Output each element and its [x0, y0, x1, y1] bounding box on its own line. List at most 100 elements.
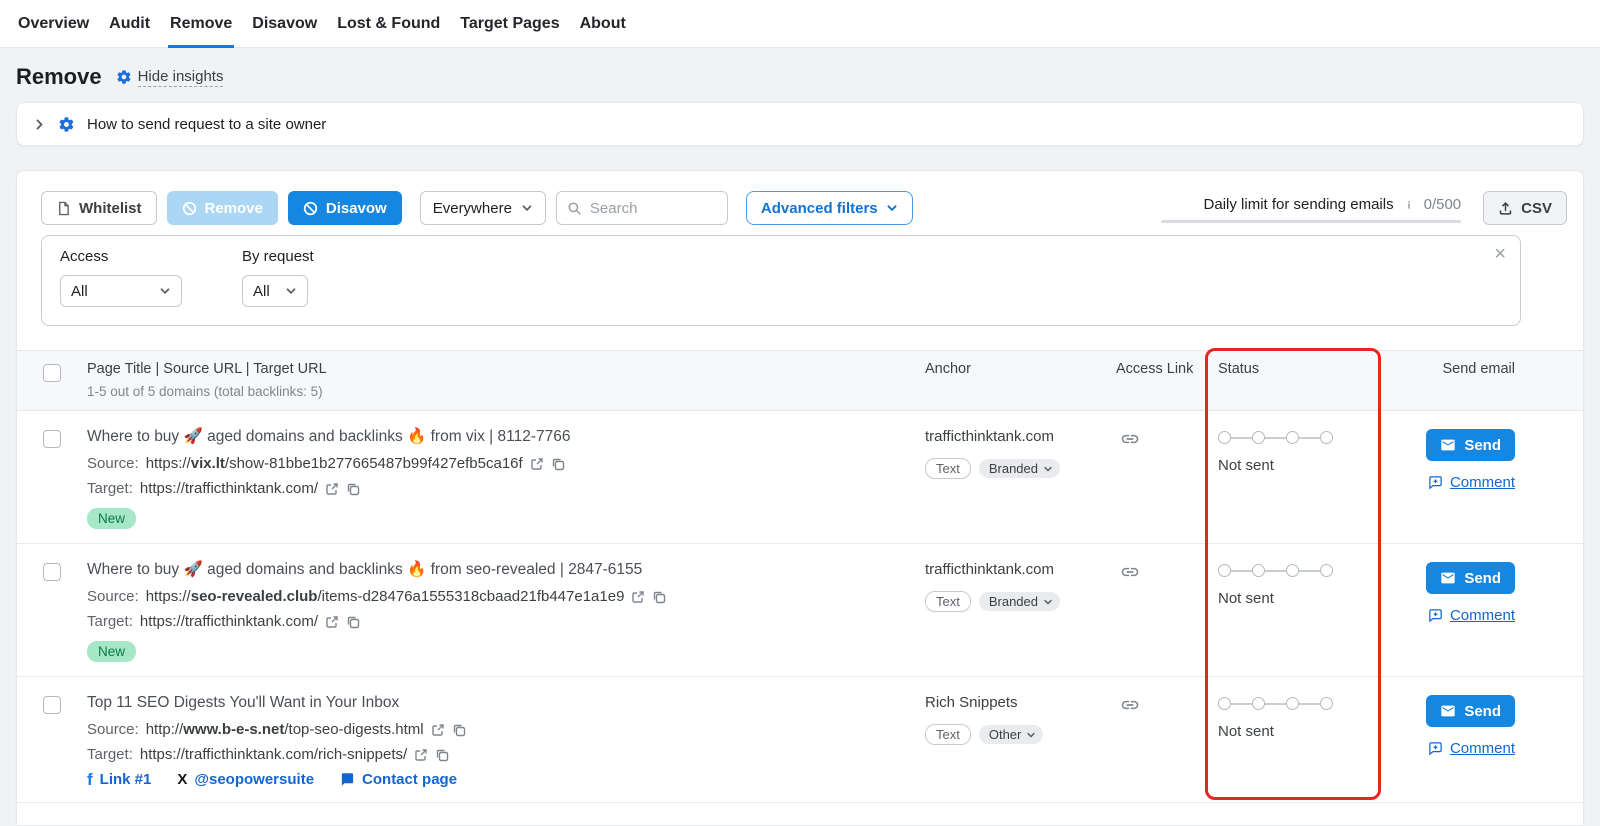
chevron-down-icon — [159, 285, 171, 297]
tab-lost-and-found[interactable]: Lost & Found — [335, 0, 442, 48]
search-box — [556, 191, 728, 225]
comment-icon — [1428, 741, 1443, 756]
status-stepper — [1218, 564, 1398, 577]
access-filter-group: Access All — [60, 248, 182, 307]
row-checkbox[interactable] — [43, 696, 61, 714]
daily-limit-label: Daily limit for sending emails — [1204, 196, 1394, 213]
tab-audit[interactable]: Audit — [107, 0, 152, 48]
copy-icon[interactable] — [346, 615, 360, 629]
advanced-filters-button[interactable]: Advanced filters — [746, 191, 913, 225]
whitelist-label: Whitelist — [79, 200, 142, 217]
chevron-down-icon — [1043, 597, 1053, 607]
source-url: http://www.b-e-s.net/top-seo-digests.htm… — [146, 721, 424, 738]
external-link-icon[interactable] — [530, 457, 544, 471]
x-link[interactable]: X @seopowersuite — [177, 771, 314, 788]
source-label: Source: — [87, 455, 139, 472]
envelope-icon — [1440, 703, 1456, 719]
page-header: Remove Hide insights — [0, 48, 1600, 102]
new-badge: New — [87, 641, 136, 662]
access-link-icon[interactable] — [1120, 695, 1140, 715]
send-button[interactable]: Send — [1426, 429, 1515, 461]
gear-icon — [116, 69, 132, 85]
close-icon[interactable]: × — [1494, 244, 1506, 264]
table-row: Where to buy 🚀 aged domains and backlink… — [17, 411, 1583, 544]
copy-icon[interactable] — [346, 482, 360, 496]
anchor-category-dropdown[interactable]: Branded — [979, 459, 1060, 478]
anchor-type-tag: Text — [925, 724, 971, 745]
search-input[interactable] — [590, 200, 717, 217]
column-send-email: Send email — [1398, 361, 1583, 377]
remove-button[interactable]: Remove — [167, 191, 278, 225]
external-link-icon[interactable] — [631, 590, 645, 604]
block-icon — [182, 201, 197, 216]
access-link-icon[interactable] — [1120, 429, 1140, 449]
tab-about[interactable]: About — [578, 0, 628, 48]
by-request-filter-select[interactable]: All — [242, 275, 308, 307]
info-icon[interactable] — [1402, 198, 1416, 212]
status-stepper — [1218, 431, 1398, 444]
backlink-title: Where to buy 🚀 aged domains and backlink… — [87, 560, 893, 579]
advanced-filters-label: Advanced filters — [761, 200, 878, 217]
csv-export-button[interactable]: CSV — [1483, 191, 1567, 225]
chevron-right-icon[interactable] — [33, 118, 46, 131]
block-icon — [303, 201, 318, 216]
hide-insights-link[interactable]: Hide insights — [116, 68, 224, 87]
hide-insights-label: Hide insights — [138, 68, 224, 87]
anchor-text: Rich Snippets — [925, 694, 1098, 711]
column-access-link: Access Link — [1108, 361, 1208, 377]
access-filter-label: Access — [60, 248, 182, 265]
search-icon — [567, 201, 582, 216]
row-checkbox[interactable] — [43, 563, 61, 581]
anchor-type-tag: Text — [925, 458, 971, 479]
tab-disavow[interactable]: Disavow — [250, 0, 319, 48]
access-filter-select[interactable]: All — [60, 275, 182, 307]
tab-remove[interactable]: Remove — [168, 0, 234, 48]
daily-limit-value: 0/500 — [1424, 196, 1462, 213]
copy-icon[interactable] — [435, 748, 449, 762]
copy-icon[interactable] — [452, 723, 466, 737]
comment-link[interactable]: Comment — [1428, 740, 1515, 757]
scope-select[interactable]: Everywhere — [420, 191, 546, 225]
disavow-button[interactable]: Disavow — [288, 191, 402, 225]
select-all-checkbox[interactable] — [43, 364, 61, 382]
table-row: Where to buy 🚀 aged domains and backlink… — [17, 544, 1583, 677]
external-link-icon[interactable] — [431, 723, 445, 737]
tab-overview[interactable]: Overview — [16, 0, 91, 48]
status-text: Not sent — [1218, 590, 1398, 607]
tab-target-pages[interactable]: Target Pages — [458, 0, 561, 48]
comment-icon — [1428, 608, 1443, 623]
send-button[interactable]: Send — [1426, 562, 1515, 594]
daily-limit-progress — [1161, 220, 1461, 223]
comment-link[interactable]: Comment — [1428, 607, 1515, 624]
how-to-panel[interactable]: How to send request to a site owner — [16, 102, 1584, 146]
anchor-category-dropdown[interactable]: Branded — [979, 592, 1060, 611]
page-title: Remove — [16, 64, 102, 90]
new-badge: New — [87, 508, 136, 529]
source-url: https://seo-revealed.club/items-d28476a1… — [146, 588, 625, 605]
table-header: Page Title | Source URL | Target URL 1-5… — [17, 350, 1583, 411]
target-label: Target: — [87, 746, 133, 763]
by-request-filter-group: By request All — [242, 248, 314, 307]
copy-icon[interactable] — [551, 457, 565, 471]
backlink-title: Where to buy 🚀 aged domains and backlink… — [87, 427, 893, 446]
anchor-category-dropdown[interactable]: Other — [979, 725, 1044, 744]
target-label: Target: — [87, 613, 133, 630]
whitelist-button[interactable]: Whitelist — [41, 191, 157, 225]
facebook-link[interactable]: f Link #1 — [87, 771, 151, 788]
access-link-icon[interactable] — [1120, 562, 1140, 582]
table-row: Top 11 SEO Digests You'll Want in Your I… — [17, 677, 1583, 803]
remove-label: Remove — [205, 200, 263, 217]
external-link-icon[interactable] — [325, 615, 339, 629]
external-link-icon[interactable] — [325, 482, 339, 496]
chevron-down-icon — [1043, 464, 1053, 474]
comment-icon — [1428, 475, 1443, 490]
contact-page-link[interactable]: Contact page — [340, 771, 457, 788]
by-request-filter-label: By request — [242, 248, 314, 265]
external-link-icon[interactable] — [414, 748, 428, 762]
copy-icon[interactable] — [652, 590, 666, 604]
envelope-icon — [1440, 437, 1456, 453]
column-status: Status — [1208, 361, 1398, 377]
send-button[interactable]: Send — [1426, 695, 1515, 727]
comment-link[interactable]: Comment — [1428, 474, 1515, 491]
row-checkbox[interactable] — [43, 430, 61, 448]
